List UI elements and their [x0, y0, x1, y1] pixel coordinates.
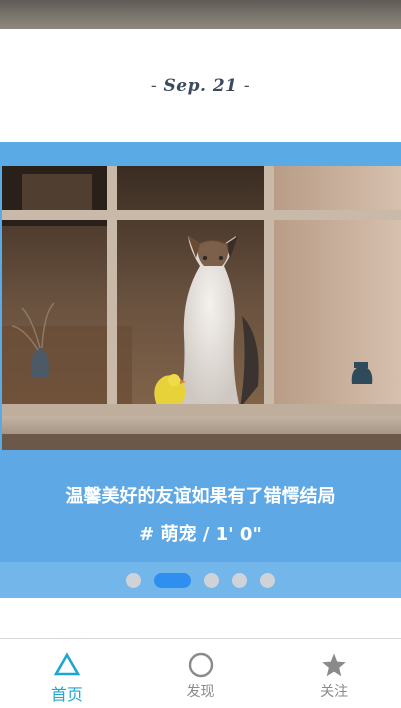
tab-discover[interactable]: 发现	[134, 639, 268, 708]
carousel-indicator	[0, 562, 401, 598]
content-spacer	[0, 598, 401, 638]
date-suffix: -	[243, 75, 251, 96]
date-text: Sep. 21	[163, 75, 238, 96]
circle-icon	[188, 652, 213, 678]
date-label: - Sep. 21 -	[151, 76, 250, 96]
tab-follow[interactable]: 关注	[267, 639, 401, 708]
date-prefix: -	[150, 75, 158, 96]
cat-window-photo	[2, 166, 401, 450]
tab-discover-label: 发现	[186, 684, 215, 700]
card-title: 温馨美好的友谊如果有了错愕结局	[65, 486, 336, 507]
carousel-dot-4[interactable]	[232, 572, 247, 588]
card-caption[interactable]: 温馨美好的友谊如果有了错愕结局 # 萌宠 / 1' 0"	[0, 450, 401, 562]
triangle-icon	[53, 652, 81, 676]
tab-follow-label: 关注	[320, 684, 349, 700]
app-screen: - Sep. 21 - 温馨美好的友谊如果有了错愕结局 # 萌宠 / 1' 0"…	[0, 0, 401, 708]
card-image[interactable]	[2, 166, 401, 450]
carousel-dot-5[interactable]	[260, 572, 275, 588]
bottom-tab-bar: 首页 发现 关注	[0, 638, 401, 708]
carousel-dot-3[interactable]	[204, 572, 219, 588]
tab-home[interactable]: 首页	[0, 639, 134, 708]
previous-card-image-edge[interactable]	[0, 0, 401, 29]
carousel-dot-2-active[interactable]	[154, 572, 191, 588]
tab-home-label: 首页	[50, 685, 83, 704]
feature-card[interactable]: 温馨美好的友谊如果有了错愕结局 # 萌宠 / 1' 0"	[0, 142, 401, 598]
star-icon	[322, 653, 346, 677]
carousel-dot-1[interactable]	[126, 572, 141, 588]
card-meta: # 萌宠 / 1' 0"	[139, 524, 262, 545]
date-header: - Sep. 21 -	[0, 29, 401, 142]
